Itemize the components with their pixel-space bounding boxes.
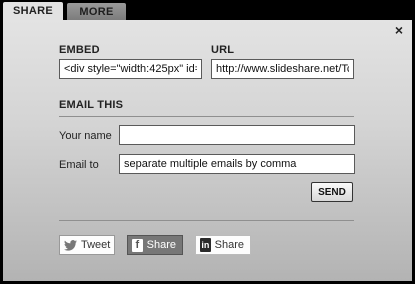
- close-icon[interactable]: ×: [395, 23, 403, 37]
- facebook-share-button[interactable]: f Share: [127, 235, 183, 255]
- linkedin-share-label: Share: [214, 239, 244, 251]
- linkedin-share-button[interactable]: in Share: [195, 235, 251, 255]
- tweet-label: Tweet: [81, 239, 111, 251]
- tab-share[interactable]: SHARE: [3, 2, 63, 20]
- email-to-input[interactable]: [119, 154, 355, 174]
- tweet-button[interactable]: Tweet: [59, 235, 115, 255]
- tab-more[interactable]: MORE: [67, 3, 126, 20]
- twitter-bird-icon: [64, 239, 77, 251]
- url-field[interactable]: [211, 59, 354, 79]
- share-panel: × EMBED URL EMAIL THIS Your name Email t…: [3, 20, 412, 281]
- footer-divider: [59, 220, 354, 221]
- your-name-label: Your name: [59, 130, 112, 142]
- email-to-label: Email to: [59, 159, 99, 171]
- embed-code-field[interactable]: [59, 59, 202, 79]
- email-this-heading: EMAIL THIS: [59, 99, 124, 111]
- linkedin-icon: in: [200, 238, 211, 252]
- facebook-share-label: Share: [146, 239, 176, 251]
- section-divider: [59, 116, 354, 117]
- tab-bar: SHARE MORE: [0, 0, 415, 20]
- facebook-icon: f: [132, 238, 143, 252]
- send-button[interactable]: SEND: [311, 182, 353, 202]
- embed-label: EMBED: [59, 44, 100, 56]
- url-label: URL: [211, 44, 235, 56]
- your-name-input[interactable]: [119, 125, 355, 145]
